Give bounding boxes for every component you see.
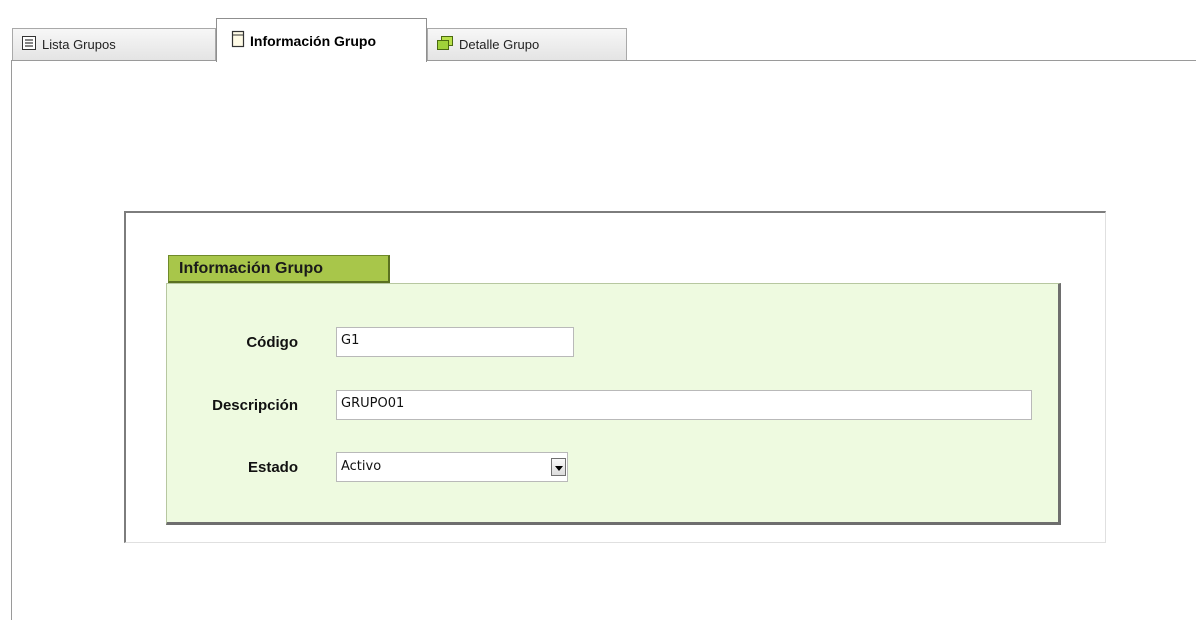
tab-strip: Lista Grupos Información Grupo Detalle G…	[0, 0, 1196, 62]
tab-label: Información Grupo	[250, 32, 376, 49]
estado-dropdown-button[interactable]	[551, 458, 566, 476]
tab-label: Lista Grupos	[42, 37, 116, 52]
section-title: Información Grupo	[168, 255, 390, 283]
estado-select[interactable]: Activo	[336, 452, 568, 482]
codigo-label: Código	[246, 334, 298, 351]
document-icon	[231, 30, 245, 51]
tab-informacion-grupo[interactable]: Información Grupo	[216, 18, 427, 62]
descripcion-input[interactable]: GRUPO01	[336, 390, 1032, 420]
tab-lista-grupos[interactable]: Lista Grupos	[12, 28, 216, 60]
estado-label: Estado	[247, 459, 298, 476]
tab-detalle-grupo[interactable]: Detalle Grupo	[427, 28, 627, 60]
list-icon	[21, 35, 37, 54]
detail-windows-icon	[436, 35, 454, 54]
tab-label: Detalle Grupo	[459, 37, 540, 52]
chevron-down-icon	[554, 458, 563, 476]
codigo-input[interactable]: G1	[336, 327, 574, 357]
descripcion-label: Descripción	[212, 397, 298, 414]
